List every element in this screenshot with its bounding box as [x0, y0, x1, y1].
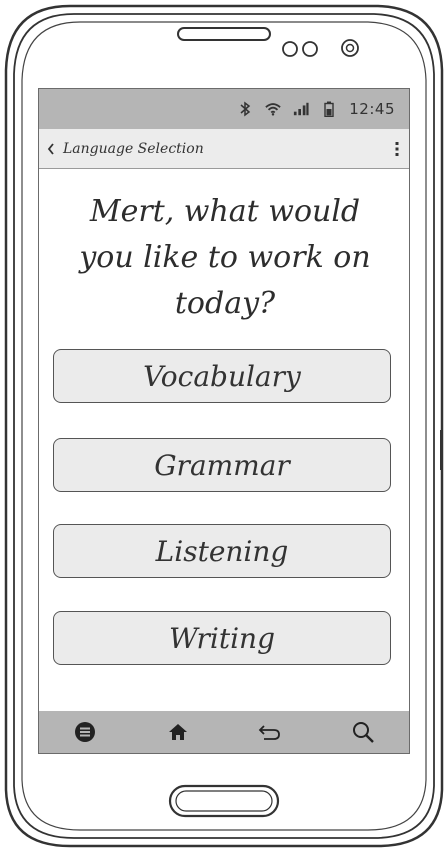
chevron-left-icon[interactable]	[39, 129, 63, 169]
page-title: Language Selection	[63, 140, 204, 157]
grammar-button[interactable]: Grammar	[53, 438, 391, 492]
bottom-nav-bar	[39, 711, 409, 753]
search-icon[interactable]	[343, 712, 383, 752]
vocabulary-button[interactable]: Vocabulary	[53, 349, 391, 403]
bluetooth-icon	[237, 101, 253, 117]
status-time: 12:45	[349, 100, 395, 118]
more-vertical-icon[interactable]	[385, 129, 409, 169]
question-heading: Mert, what would you like to work on tod…	[79, 194, 371, 321]
menu-icon[interactable]	[65, 712, 105, 752]
phone-screen: 12:45 Language Selection Mert, what woul…	[38, 88, 410, 754]
signal-icon	[293, 101, 309, 117]
wifi-icon	[265, 101, 281, 117]
listening-button[interactable]: Listening	[53, 524, 391, 578]
status-bar: 12:45	[39, 89, 409, 129]
home-icon[interactable]	[158, 712, 198, 752]
back-icon[interactable]	[250, 712, 290, 752]
phone-mockup: 12:45 Language Selection Mert, what woul…	[0, 0, 448, 852]
writing-button[interactable]: Writing	[53, 611, 391, 665]
title-bar: Language Selection	[39, 129, 409, 169]
battery-icon	[321, 101, 337, 117]
